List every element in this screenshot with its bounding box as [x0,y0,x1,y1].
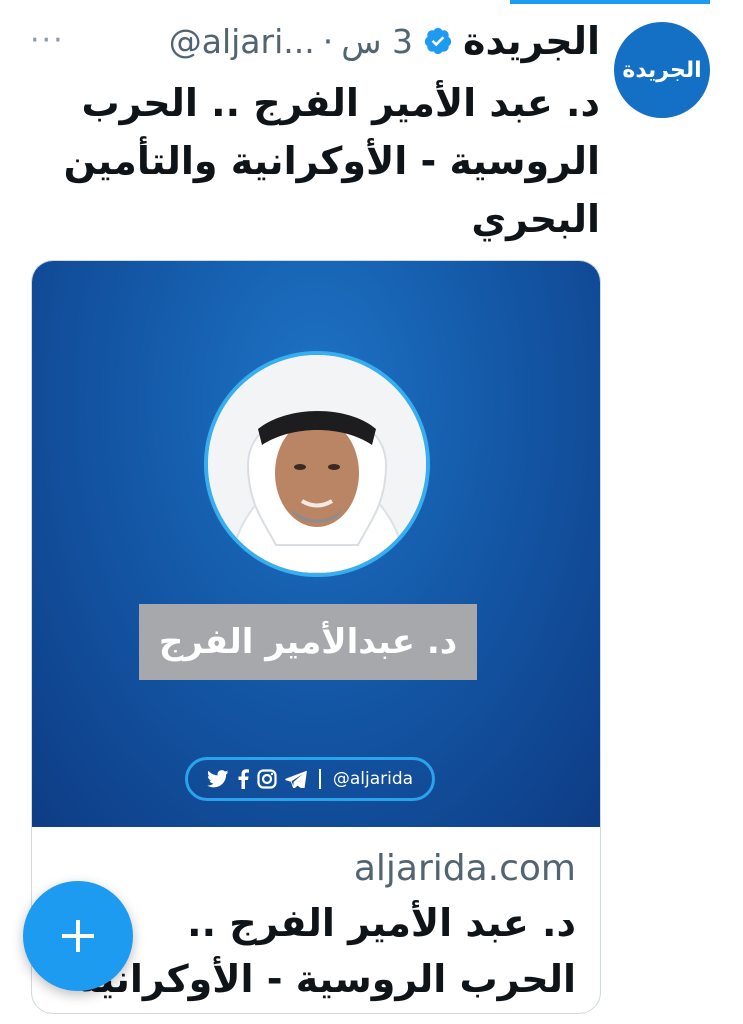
card-title-line-1: د. عبد الأمير الفرج .. [187,901,576,945]
timestamp[interactable]: 3 س [341,22,413,61]
avatar-logo-text: الجريدة [622,57,702,83]
author-portrait [204,351,430,577]
social-handle: @aljarida [332,769,414,789]
top-progress-bar [510,0,710,4]
card-domain: aljarida.com [353,848,576,889]
social-handles-pill: @aljarida [185,757,435,801]
card-title-line-2: الحرب الروسية - الأوكرانية [77,957,576,1001]
twitter-icon [207,770,229,788]
plus-icon [62,920,94,952]
portrait-illustration [208,355,426,573]
verified-badge-icon [424,27,452,55]
author-name-plate: د. عبدالأمير الفرج [139,604,477,680]
tweet-meta: @aljari... · 3 س [169,22,413,61]
tweet-text: د. عبد الأمير الفرج .. الحرب الروسية - ا… [63,81,600,241]
tweet-header: الجريدة @aljari... · 3 س ··· [30,14,600,68]
instagram-icon [257,769,277,789]
meta-separator: · [322,21,334,61]
social-separator [318,769,321,789]
compose-tweet-button[interactable] [23,881,133,991]
avatar[interactable]: الجريدة [614,22,710,118]
facebook-icon [237,769,249,789]
display-name[interactable]: الجريدة [463,19,600,63]
more-options-icon[interactable]: ··· [30,26,65,56]
telegram-icon [285,770,307,788]
handle[interactable]: @aljari... [169,22,315,61]
card-image[interactable]: د. عبدالأمير الفرج @aljarida [32,261,600,827]
